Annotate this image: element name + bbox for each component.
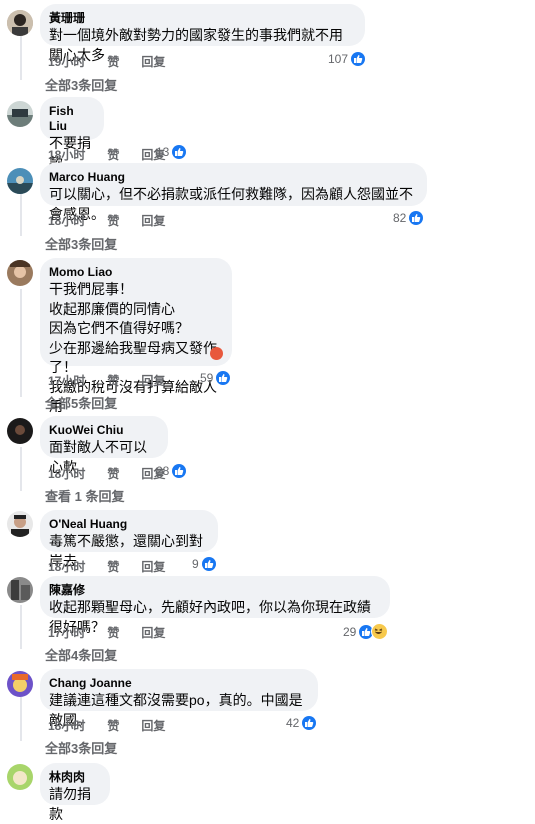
view-replies-link[interactable]: 全部4条回复 bbox=[45, 645, 117, 664]
reply-button[interactable]: 回复 bbox=[141, 717, 165, 734]
reaction-count: 59 bbox=[200, 371, 214, 385]
commenter-name[interactable]: 陳嘉修 bbox=[49, 583, 380, 598]
avatar[interactable] bbox=[7, 671, 33, 697]
commenter-name[interactable]: O'Neal Huang bbox=[49, 517, 208, 532]
timestamp[interactable]: 18小时 bbox=[48, 146, 85, 163]
reaction-summary[interactable]: 29 bbox=[343, 623, 389, 640]
avatar[interactable] bbox=[7, 10, 33, 36]
view-replies-link[interactable]: 全部3条回复 bbox=[45, 738, 117, 757]
timestamp[interactable]: 18小时 bbox=[48, 465, 85, 482]
like-button[interactable]: 赞 bbox=[107, 558, 119, 575]
timestamp[interactable]: 17小时 bbox=[48, 624, 85, 641]
reaction-count: 9 bbox=[192, 557, 199, 571]
reply-button[interactable]: 回复 bbox=[141, 558, 165, 575]
view-replies-link[interactable]: 全部5条回复 bbox=[45, 393, 117, 412]
view-replies-link[interactable]: 查看 1 条回复 bbox=[45, 486, 124, 505]
reaction-count: 13 bbox=[156, 145, 170, 159]
timestamp[interactable]: 18小时 bbox=[48, 558, 85, 575]
thread-line bbox=[20, 194, 22, 236]
comment-bubble: Fish Liu 不要捐款 bbox=[40, 97, 104, 171]
like-reaction-icon bbox=[172, 145, 187, 159]
thread-line bbox=[20, 289, 22, 397]
avatar[interactable] bbox=[7, 511, 33, 537]
reaction-summary[interactable]: 13 bbox=[156, 145, 187, 159]
commenter-name[interactable]: 黃珊珊 bbox=[49, 11, 355, 26]
like-reaction-icon bbox=[216, 371, 231, 385]
commenter-name[interactable]: Fish Liu bbox=[49, 104, 94, 134]
reply-button[interactable]: 回复 bbox=[141, 624, 165, 641]
commenter-name[interactable]: KuoWei Chiu bbox=[49, 423, 158, 438]
comment-actions: 18小时 赞 回复 bbox=[48, 212, 187, 229]
comment-actions: 18小时 赞 回复 bbox=[48, 717, 187, 734]
avatar[interactable] bbox=[7, 168, 33, 194]
reaction-count: 42 bbox=[286, 716, 300, 730]
comment-bubble: 陳嘉修 收起那顆聖母心，先顧好內政吧，你以為你現在政績很好嗎？ bbox=[40, 576, 390, 635]
like-reaction-icon bbox=[409, 211, 424, 225]
avatar[interactable] bbox=[7, 577, 33, 603]
timestamp[interactable]: 18小时 bbox=[48, 212, 85, 229]
like-reaction-icon bbox=[302, 716, 317, 730]
comment-text: 請勿捐款 bbox=[49, 786, 91, 822]
like-button[interactable]: 赞 bbox=[107, 465, 119, 482]
comment-bubble: O'Neal Huang 毒篤不嚴懲，還關心到對岸去 bbox=[40, 510, 218, 569]
avatar[interactable] bbox=[7, 764, 33, 790]
view-replies-link[interactable]: 全部3条回复 bbox=[45, 75, 117, 94]
like-button[interactable]: 赞 bbox=[107, 372, 119, 389]
reaction-summary[interactable]: 28 bbox=[156, 464, 187, 478]
commenter-name[interactable]: Chang Joanne bbox=[49, 676, 308, 691]
comment-bubble: 林肉肉 請勿捐款 bbox=[40, 763, 110, 822]
avatar[interactable] bbox=[7, 101, 33, 127]
commenter-name[interactable]: 林肉肉 bbox=[49, 770, 100, 785]
timestamp[interactable]: 17小时 bbox=[48, 372, 85, 389]
reply-button[interactable]: 回复 bbox=[141, 212, 165, 229]
reply-button[interactable]: 回复 bbox=[141, 53, 165, 70]
reaction-summary[interactable]: 107 bbox=[328, 52, 366, 66]
comment-bubble: Chang Joanne 建議連這種文都沒需要po，真的。中國是敵國。 bbox=[40, 669, 318, 728]
timestamp[interactable]: 19小时 bbox=[48, 53, 85, 70]
thread-line bbox=[20, 605, 22, 649]
thread-line bbox=[20, 697, 22, 741]
reaction-count: 82 bbox=[393, 211, 407, 225]
comment-actions: 19小时 赞 回复 bbox=[48, 53, 187, 70]
reaction-count: 28 bbox=[156, 464, 170, 478]
like-button[interactable]: 赞 bbox=[107, 212, 119, 229]
avatar[interactable] bbox=[7, 260, 33, 286]
like-button[interactable]: 赞 bbox=[107, 53, 119, 70]
comment-bubble: Marco Huang 可以關心，但不必捐款或派任何救難隊，因為顧人怨國並不會感… bbox=[40, 163, 427, 222]
avatar[interactable] bbox=[7, 418, 33, 444]
haha-reaction-icon bbox=[371, 623, 389, 640]
comment-bubble: Momo Liao 干我們屁事！ 收起那廉價的同情心 因為它們不值得好嗎？ 少在… bbox=[40, 258, 232, 414]
thread-line bbox=[20, 36, 22, 80]
like-button[interactable]: 赞 bbox=[107, 146, 119, 163]
thread-line bbox=[20, 447, 22, 491]
comment-bubble: KuoWei Chiu 面對敵人不可以心軟 bbox=[40, 416, 168, 475]
timestamp[interactable]: 18小时 bbox=[48, 717, 85, 734]
comment-actions: 17小时 赞 回复 bbox=[48, 624, 187, 641]
reaction-summary[interactable]: 9 bbox=[192, 557, 216, 571]
reaction-summary[interactable]: 82 bbox=[393, 211, 424, 225]
like-reaction-icon bbox=[172, 464, 187, 478]
comment-actions: 17小时 赞 回复 bbox=[48, 372, 187, 389]
like-button[interactable]: 赞 bbox=[107, 717, 119, 734]
reaction-summary[interactable]: 59 bbox=[200, 371, 231, 385]
like-reaction-icon bbox=[201, 557, 216, 571]
commenter-name[interactable]: Momo Liao bbox=[49, 265, 222, 280]
comment-bubble: 黃珊珊 對一個境外敵對勢力的國家發生的事我們就不用關心太多 bbox=[40, 4, 365, 63]
reply-button[interactable]: 回复 bbox=[141, 372, 165, 389]
reaction-summary[interactable]: 42 bbox=[286, 716, 317, 730]
reaction-count: 29 bbox=[343, 624, 357, 639]
view-replies-link[interactable]: 全部3条回复 bbox=[45, 234, 117, 253]
commenter-name[interactable]: Marco Huang bbox=[49, 170, 417, 185]
comment-actions: 18小时 赞 回复 bbox=[48, 558, 187, 575]
like-reaction-icon bbox=[351, 52, 366, 66]
reaction-count: 107 bbox=[328, 52, 349, 66]
angry-face-emoji-icon bbox=[210, 347, 223, 360]
like-button[interactable]: 赞 bbox=[107, 624, 119, 641]
